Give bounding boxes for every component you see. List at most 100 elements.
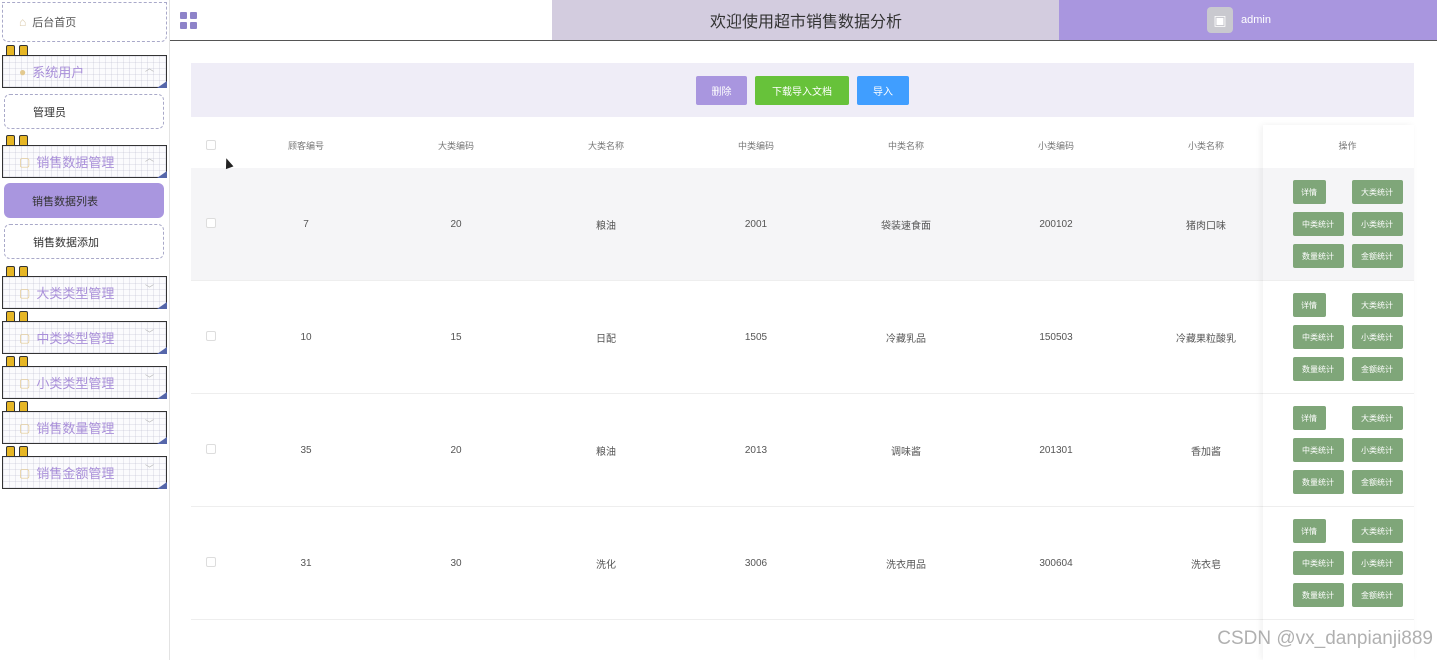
page-corner-icon: [157, 171, 167, 178]
quantity-stats-button[interactable]: 数量统计: [1292, 244, 1344, 268]
table-cell: 15: [450, 331, 462, 343]
chevron-down-icon: ﹀: [144, 419, 154, 429]
sidebar-item-sales-add[interactable]: 销售数据添加: [4, 224, 164, 259]
page-corner-icon: [157, 437, 167, 444]
table-cell: 7: [303, 218, 309, 230]
column-header: 中类名称: [887, 141, 924, 151]
detail-button[interactable]: 详情: [1292, 406, 1326, 430]
mid-category-stats-button[interactable]: 中类统计: [1292, 551, 1344, 575]
sidebar-item-sales-list[interactable]: 销售数据列表: [4, 183, 164, 218]
chevron-down-icon: ﹀: [144, 374, 154, 384]
page-corner-icon: [157, 81, 167, 88]
sidebar-item-admin[interactable]: 管理员: [4, 94, 164, 129]
row-checkbox[interactable]: [206, 330, 216, 341]
table-cell: 粮油: [596, 446, 616, 458]
home-icon: ⌂: [19, 15, 27, 29]
small-category-stats-button[interactable]: 小类统计: [1351, 551, 1403, 575]
row-select-cell: [191, 443, 231, 457]
table-cell: 调味酱: [891, 446, 921, 458]
avatar-image-icon[interactable]: ▣: [1207, 7, 1233, 33]
sidebar-menu-small-category[interactable]: ▢ 小类类型管理 ﹀: [2, 366, 167, 399]
small-category-stats-button[interactable]: 小类统计: [1351, 438, 1403, 462]
mid-category-stats-button[interactable]: 中类统计: [1292, 212, 1344, 236]
select-all-cell: [191, 139, 231, 152]
small-category-stats-button[interactable]: 小类统计: [1351, 212, 1403, 236]
amount-stats-button[interactable]: 金额统计: [1351, 357, 1403, 381]
header-bar: 欢迎使用超市销售数据分析 ▣ admin: [170, 0, 1437, 41]
table-cell: 粮油: [596, 220, 616, 232]
sidebar-menu-label: 大类类型管理: [36, 286, 115, 301]
quantity-stats-button[interactable]: 数量统计: [1292, 470, 1344, 494]
sidebar-menu-sales-amount[interactable]: ▢ 销售金额管理 ﹀: [2, 456, 167, 489]
big-category-stats-button[interactable]: 大类统计: [1351, 519, 1403, 543]
menu-grid-icon[interactable]: [180, 12, 197, 29]
table-cell: 20: [450, 444, 462, 456]
column-header: 大类名称: [587, 141, 624, 151]
page-corner-icon: [157, 347, 167, 354]
detail-button[interactable]: 详情: [1292, 180, 1326, 204]
table-row: 7 20 粮油 2001 袋装速食面 200102 猪肉口味 详情 大类统计 中…: [191, 168, 1414, 281]
folder-icon: ▢: [19, 375, 31, 390]
user-area[interactable]: ▣ admin: [1059, 0, 1437, 40]
amount-stats-button[interactable]: 金额统计: [1351, 583, 1403, 607]
folder-icon: ▢: [19, 420, 31, 435]
table-cell: 300604: [1039, 557, 1073, 569]
column-header: 中类编码: [737, 141, 774, 151]
select-all-checkbox[interactable]: [206, 139, 216, 150]
big-category-stats-button[interactable]: 大类统计: [1351, 293, 1403, 317]
column-header: 大类编码: [437, 141, 474, 151]
table-cell: 洗衣用品: [886, 559, 926, 571]
mid-category-stats-button[interactable]: 中类统计: [1292, 325, 1344, 349]
sidebar-menu-label: 小类类型管理: [36, 376, 115, 391]
big-category-stats-button[interactable]: 大类统计: [1351, 406, 1403, 430]
row-select-cell: [191, 217, 231, 231]
sidebar-item-home[interactable]: ⌂ 后台首页: [2, 2, 167, 42]
big-category-stats-button[interactable]: 大类统计: [1351, 180, 1403, 204]
column-header: 操作: [1338, 141, 1357, 151]
sidebar-menu-big-category[interactable]: ▢ 大类类型管理 ﹀: [2, 276, 167, 309]
table-row: 31 30 洗化 3006 洗衣用品 300604 洗衣皂 详情 大类统计 中类…: [191, 507, 1414, 620]
amount-stats-button[interactable]: 金额统计: [1351, 470, 1403, 494]
detail-button[interactable]: 详情: [1292, 293, 1326, 317]
table-cell: 洗衣皂: [1191, 559, 1221, 571]
page-corner-icon: [157, 302, 167, 309]
page-title: 欢迎使用超市销售数据分析: [552, 0, 1060, 40]
folder-icon: ▢: [19, 330, 31, 345]
sidebar-sub-label: 销售数据添加: [33, 236, 99, 249]
row-actions: 详情 大类统计 中类统计 小类统计 数量统计 金额统计: [1281, 293, 1414, 381]
sidebar-menu-label: 系统用户: [32, 65, 85, 80]
table-cell: 10: [300, 331, 312, 343]
mid-category-stats-button[interactable]: 中类统计: [1292, 438, 1344, 462]
download-template-button[interactable]: 下载导入文档: [755, 75, 849, 105]
table-cell: 洗化: [596, 559, 616, 571]
table-cell: 日配: [596, 333, 616, 345]
sidebar-menu-sales-qty[interactable]: ▢ 销售数量管理 ﹀: [2, 411, 167, 444]
table-cell: 冷藏乳品: [886, 333, 926, 345]
folder-icon: ▢: [19, 285, 31, 300]
quantity-stats-button[interactable]: 数量统计: [1292, 357, 1344, 381]
delete-button[interactable]: 删除: [696, 75, 747, 105]
row-checkbox[interactable]: [206, 217, 216, 228]
row-select-cell: [191, 330, 231, 344]
quantity-stats-button[interactable]: 数量统计: [1292, 583, 1344, 607]
column-header: 顾客编号: [287, 141, 324, 151]
column-header: 小类名称: [1187, 141, 1224, 151]
table-cell: 袋装速食面: [881, 220, 931, 232]
table-cell: 香加酱: [1191, 446, 1221, 458]
page-corner-icon: [157, 392, 167, 399]
column-header: 小类编码: [1037, 141, 1074, 151]
row-select-cell: [191, 556, 231, 570]
amount-stats-button[interactable]: 金额统计: [1351, 244, 1403, 268]
action-toolbar: 删除 下载导入文档 导入: [191, 63, 1414, 117]
small-category-stats-button[interactable]: 小类统计: [1351, 325, 1403, 349]
sidebar-menu-mid-category[interactable]: ▢ 中类类型管理 ﹀: [2, 321, 167, 354]
detail-button[interactable]: 详情: [1292, 519, 1326, 543]
chevron-down-icon: ﹀: [144, 329, 154, 339]
sidebar-menu-system-users[interactable]: ● 系统用户 ︿: [2, 55, 167, 88]
row-checkbox[interactable]: [206, 556, 216, 567]
import-button[interactable]: 导入: [857, 75, 909, 105]
sidebar-home-label: 后台首页: [32, 17, 77, 29]
sidebar-menu-sales-data[interactable]: ▢ 销售数据管理 ︿: [2, 145, 167, 178]
table-cell: 冷藏果粒酸乳: [1176, 333, 1236, 345]
row-checkbox[interactable]: [206, 443, 216, 454]
